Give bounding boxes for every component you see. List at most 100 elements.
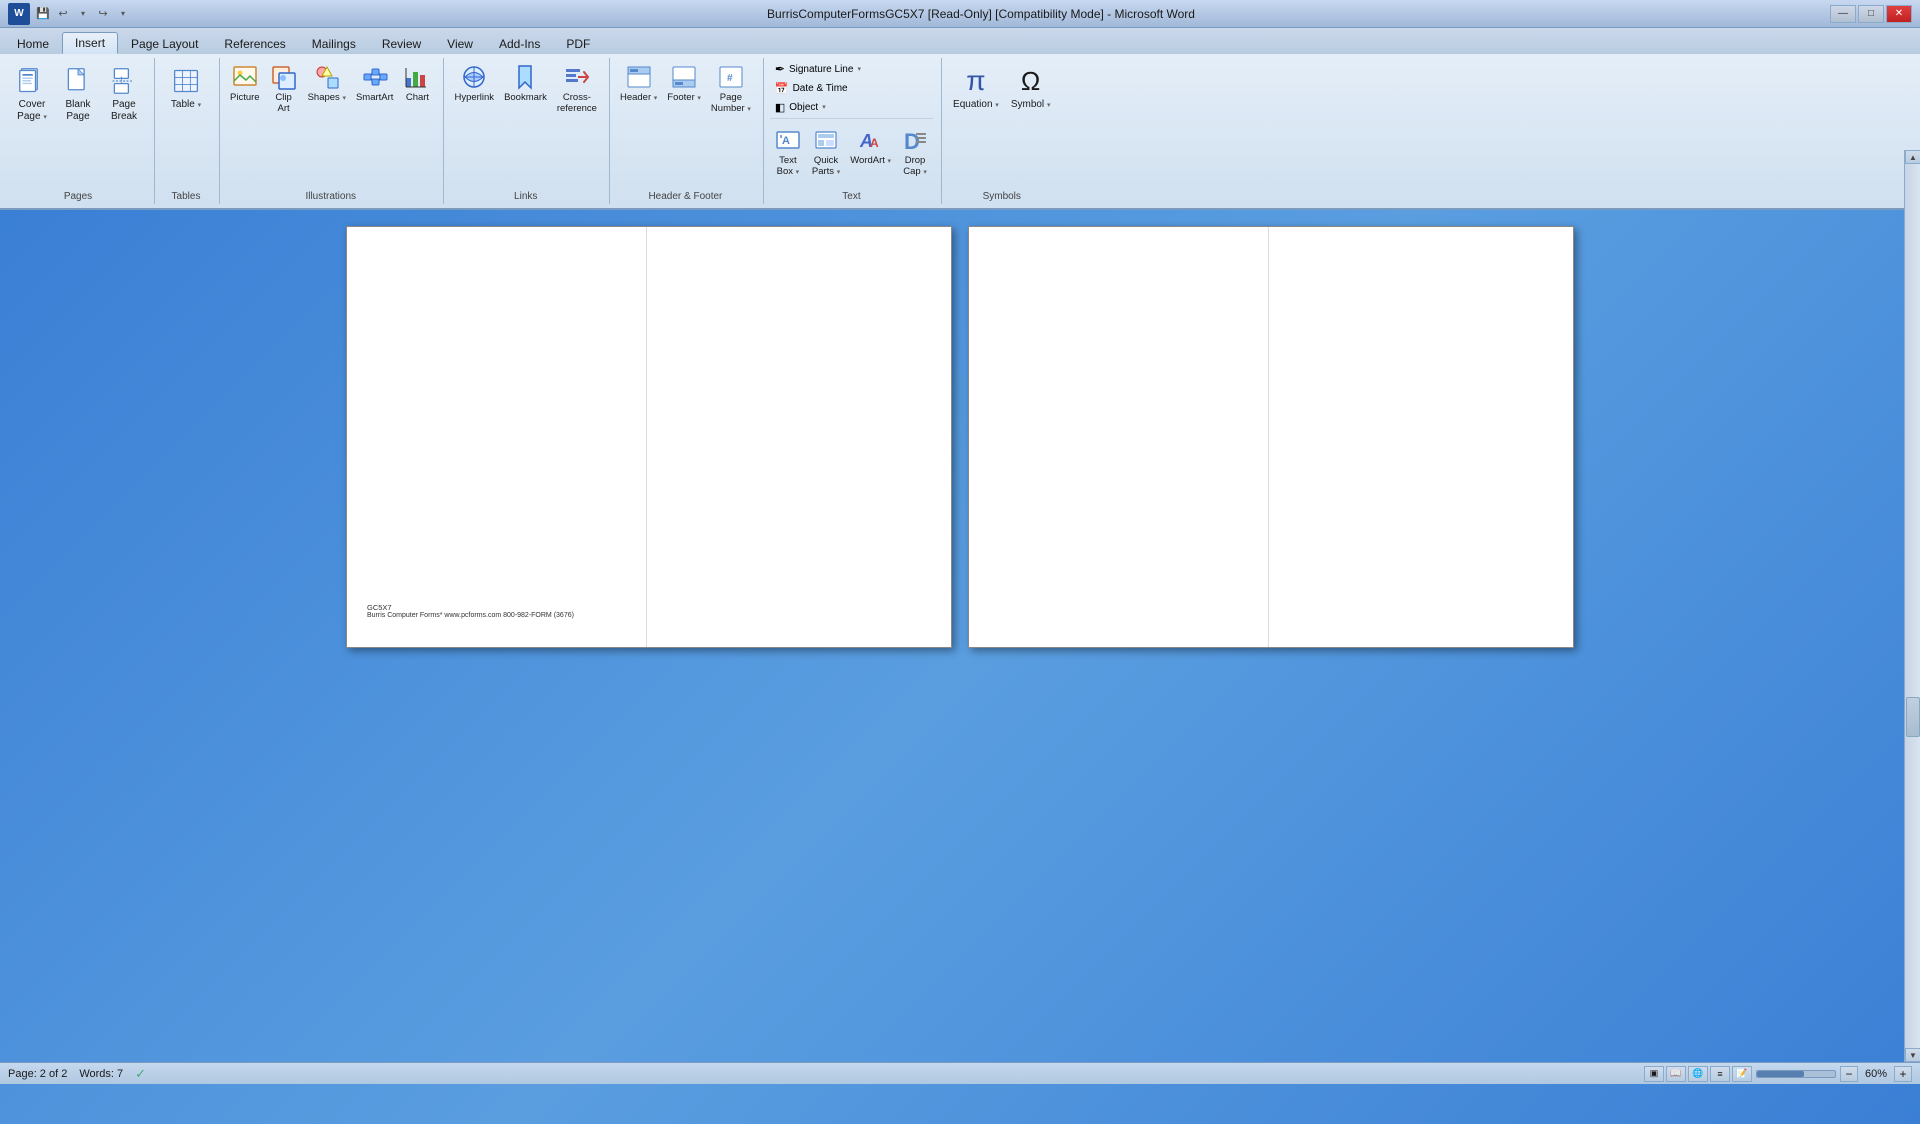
tab-insert[interactable]: Insert <box>62 32 118 54</box>
text-box-button[interactable]: A TextBox ▾ <box>770 123 806 189</box>
web-layout-btn[interactable]: 🌐 <box>1688 1066 1708 1082</box>
svg-text:A: A <box>870 136 879 150</box>
close-btn[interactable]: ✕ <box>1886 5 1912 23</box>
equation-button[interactable]: π Equation ▾ <box>948 60 1004 126</box>
zoom-in-btn[interactable]: + <box>1894 1066 1912 1082</box>
shapes-label: Shapes ▾ <box>308 92 346 103</box>
zoom-fill <box>1757 1071 1804 1077</box>
tab-mailings[interactable]: Mailings <box>299 32 369 54</box>
svg-text:A: A <box>782 135 790 147</box>
view-buttons: ▣ 📖 🌐 ≡ 📝 <box>1644 1066 1752 1082</box>
symbols-items: π Equation ▾ Ω Symbol ▾ <box>948 60 1055 189</box>
doc-page-1[interactable]: GC5X7 Burris Computer Forms* www.pcforms… <box>347 227 647 647</box>
ribbon-group-symbols: π Equation ▾ Ω Symbol ▾ Symbols <box>944 58 1063 204</box>
clip-art-button[interactable]: ClipArt <box>266 60 302 126</box>
shapes-button[interactable]: Shapes ▾ <box>304 60 350 126</box>
links-group-label: Links <box>450 189 601 202</box>
draft-btn[interactable]: 📝 <box>1732 1066 1752 1082</box>
page-break-button[interactable]: PageBreak <box>102 60 146 126</box>
equation-icon: π <box>960 65 992 97</box>
cover-page-button[interactable]: CoverPage ▾ <box>10 60 54 126</box>
hyperlink-button[interactable]: Hyperlink <box>450 60 498 126</box>
header-icon <box>626 64 652 90</box>
ribbon-group-text: ✒ Signature Line ▾ 📅 Date & Time ◧ Objec… <box>766 58 942 204</box>
drop-cap-label: DropCap ▾ <box>903 155 927 178</box>
date-time-icon: 📅 <box>775 82 789 95</box>
svg-text:#: # <box>727 73 733 84</box>
zoom-out-btn[interactable]: − <box>1840 1066 1858 1082</box>
maximize-btn[interactable]: □ <box>1858 5 1884 23</box>
title-bar-title: BurrisComputerFormsGC5X7 [Read-Only] [Co… <box>767 7 1195 21</box>
tab-addins[interactable]: Add-Ins <box>486 32 553 54</box>
hyperlink-label: Hyperlink <box>454 92 494 103</box>
bookmark-button[interactable]: Bookmark <box>500 60 551 126</box>
ribbon-content: CoverPage ▾ BlankPage <box>0 54 1920 208</box>
save-qa-btn[interactable]: 💾 <box>34 5 52 23</box>
header-footer-items: Header ▾ Footer ▾ <box>616 60 755 189</box>
tab-view[interactable]: View <box>434 32 486 54</box>
undo-qa-btn[interactable]: ↩ <box>54 5 72 23</box>
symbol-icon: Ω <box>1015 65 1047 97</box>
object-button[interactable]: ◧ Object ▾ <box>770 98 933 116</box>
minimize-btn[interactable]: — <box>1830 5 1856 23</box>
undo-arrow-qa-btn[interactable]: ▾ <box>74 5 92 23</box>
date-time-label: Date & Time <box>793 83 848 94</box>
picture-button[interactable]: Picture <box>226 60 264 126</box>
date-time-button[interactable]: 📅 Date & Time <box>770 79 933 97</box>
hyperlink-icon <box>461 64 487 90</box>
wordart-button[interactable]: A A WordArt ▾ <box>846 123 895 189</box>
shapes-icon <box>314 64 340 90</box>
symbol-button[interactable]: Ω Symbol ▾ <box>1006 60 1056 126</box>
object-label: Object <box>789 102 818 113</box>
tab-review[interactable]: Review <box>369 32 434 54</box>
scrollbar-thumb[interactable] <box>1906 697 1920 737</box>
illustrations-group-label: Illustrations <box>226 189 435 202</box>
smartart-label: SmartArt <box>356 92 393 103</box>
signature-line-label: Signature Line <box>789 64 854 75</box>
table-icon <box>170 65 202 97</box>
tab-pdf[interactable]: PDF <box>553 32 603 54</box>
chart-icon <box>404 64 430 90</box>
vertical-scrollbar[interactable]: ▲ ▼ <box>1904 210 1920 1062</box>
ribbon-group-tables: Table ▾ Tables <box>157 58 220 204</box>
redo-qa-btn[interactable]: ↪ <box>94 5 112 23</box>
header-footer-group-label: Header & Footer <box>616 189 755 202</box>
table-button[interactable]: Table ▾ <box>161 60 211 126</box>
tables-items: Table ▾ <box>161 60 211 189</box>
footer-button[interactable]: Footer ▾ <box>663 60 705 126</box>
tab-references[interactable]: References <box>211 32 298 54</box>
zoom-level: 60% <box>1862 1068 1890 1080</box>
ribbon-group-illustrations: Picture ClipArt <box>222 58 444 204</box>
blank-page-label: BlankPage <box>65 99 90 123</box>
equation-label: Equation ▾ <box>953 99 999 111</box>
qa-dropdown[interactable]: ▾ <box>114 5 132 23</box>
wordart-icon: A A <box>858 127 884 153</box>
chart-button[interactable]: Chart <box>399 60 435 126</box>
cover-page-icon <box>16 65 48 97</box>
page-spread-1: GC5X7 Burris Computer Forms* www.pcforms… <box>346 226 952 648</box>
doc-page-2[interactable] <box>651 227 951 647</box>
page-info: Page: 2 of 2 <box>8 1068 67 1080</box>
tab-page-layout[interactable]: Page Layout <box>118 32 211 54</box>
quick-parts-button[interactable]: QuickParts ▾ <box>808 123 844 189</box>
doc-page-4[interactable] <box>1273 227 1573 647</box>
tab-home[interactable]: Home <box>4 32 62 54</box>
cross-reference-button[interactable]: Cross-reference <box>553 60 601 126</box>
signature-line-button[interactable]: ✒ Signature Line ▾ <box>770 60 933 78</box>
smartart-button[interactable]: SmartArt <box>352 60 397 126</box>
page-number-button[interactable]: # PageNumber ▾ <box>707 60 755 126</box>
blank-page-button[interactable]: BlankPage <box>56 60 100 126</box>
title-bar-controls: — □ ✕ <box>1830 5 1912 23</box>
word-count: Words: 7 <box>79 1068 123 1080</box>
print-layout-btn[interactable]: ▣ <box>1644 1066 1664 1082</box>
header-button[interactable]: Header ▾ <box>616 60 661 126</box>
full-reading-btn[interactable]: 📖 <box>1666 1066 1686 1082</box>
outline-btn[interactable]: ≡ <box>1710 1066 1730 1082</box>
drop-cap-button[interactable]: D DropCap ▾ <box>897 123 933 189</box>
scroll-down-arrow[interactable]: ▼ <box>1905 1048 1920 1062</box>
zoom-track <box>1756 1070 1836 1078</box>
page-number-icon: # <box>718 64 744 90</box>
doc-page-3[interactable] <box>969 227 1269 647</box>
status-right: ▣ 📖 🌐 ≡ 📝 − 60% + <box>1644 1066 1912 1082</box>
spell-check-icon[interactable]: ✓ <box>135 1066 146 1082</box>
